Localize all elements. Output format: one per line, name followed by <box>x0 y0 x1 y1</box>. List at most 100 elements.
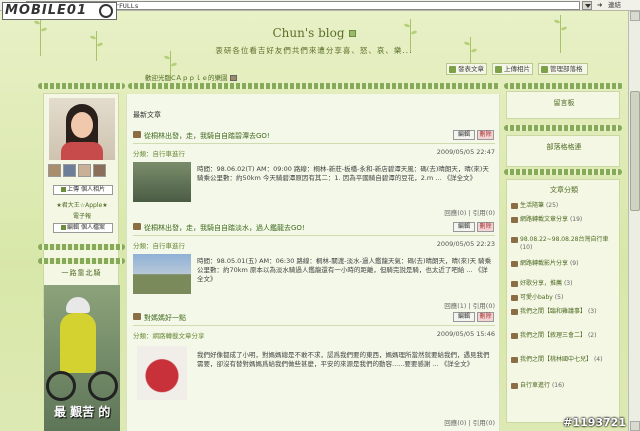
category-item[interactable]: 可愛小baby (5) <box>511 294 619 302</box>
post-footer[interactable]: 回應(0) | 引用(0) <box>444 207 495 217</box>
post-title[interactable]: 對媽媽好一點 <box>133 313 186 323</box>
category-label: 我們之間【桃林國中七兒】 <box>520 356 593 363</box>
category-item[interactable]: 好歌分享，推薦 (3) <box>511 280 619 288</box>
post-thumbnail[interactable] <box>137 346 187 400</box>
category-item[interactable]: 網路轉載文章分享 (19) <box>511 216 619 224</box>
delete-post-button[interactable]: 刪除 <box>477 312 494 322</box>
category-item[interactable]: 生活隨筆 (25) <box>511 202 619 210</box>
folder-icon <box>511 261 518 267</box>
welcome-text: 歡迎光臨CＡｐｐｌｅ的樂園 <box>145 72 237 82</box>
folder-icon <box>511 281 518 287</box>
delete-post-button[interactable]: 刪除 <box>477 222 494 232</box>
blog-list-title[interactable]: 部落格格連 <box>507 142 621 152</box>
edit-post-button[interactable]: 編輯 <box>453 222 475 232</box>
main-content: 最新文章 從桐林出發，走，我騎自自踏碧潭去GO! 編輯 刪除 分類：自行車進行 … <box>126 94 500 431</box>
gear-icon <box>541 66 548 73</box>
post-thumbnail[interactable] <box>133 162 191 202</box>
post-title-text: 從桐林出發，走，我騎自自踏淡水，過人鑑龍去GO! <box>144 224 305 232</box>
categories-title: 文章分類 <box>550 186 578 194</box>
post-date: 2009/05/05 22:47 <box>436 148 495 156</box>
post-title[interactable]: 從桐林出發，走，我騎自自踏碧潭去GO! <box>133 131 270 141</box>
logo-mark-icon <box>99 4 113 18</box>
scroll-up-icon[interactable] <box>630 11 640 21</box>
blog-page: Chun's blog 衷研各位看吉好友們共們來遭分享喜、怒、哀、樂... 發表… <box>0 11 628 431</box>
edit-title-icon[interactable] <box>348 30 356 37</box>
cyclist-image[interactable]: 最 艱苦 的 <box>44 285 120 431</box>
post-category[interactable]: 分類：網路轉載文章分享 <box>133 330 205 340</box>
category-item[interactable]: 自行車進行 (16) <box>511 382 619 390</box>
blog-title-text[interactable]: Chun's blog <box>272 26 344 40</box>
friend-thumb[interactable] <box>78 164 91 177</box>
category-count: (16) <box>551 382 565 389</box>
watermark: #1193721 <box>563 416 626 429</box>
category-count: (25) <box>545 202 559 209</box>
category-label: 可愛小baby <box>520 294 553 301</box>
post-article-label: 發表文章 <box>458 65 484 73</box>
scroll-thumb[interactable] <box>630 91 640 211</box>
image-caption: 最 艱苦 的 <box>54 405 111 419</box>
links-label[interactable]: 連結 <box>608 1 621 10</box>
scroll-down-icon[interactable] <box>630 421 640 431</box>
edit-welcome-icon[interactable] <box>229 75 237 81</box>
category-label: 我們之間【敘理三會二】 <box>520 332 587 339</box>
address-dropdown-icon[interactable] <box>582 1 592 10</box>
profile-name-link[interactable]: ★君大王☆Apple★ <box>44 200 120 209</box>
welcome-label: 歡迎光臨CＡｐｐｌｅ的樂園 <box>145 74 228 82</box>
friend-thumb[interactable] <box>93 164 106 177</box>
vertical-scrollbar[interactable] <box>628 11 640 431</box>
go-button[interactable]: ➜ <box>597 1 602 10</box>
post-thumbnail[interactable] <box>133 254 191 294</box>
category-count: (9) <box>569 260 579 267</box>
manage-blog-button[interactable]: 管理部落格 <box>538 63 588 75</box>
profile-photo[interactable] <box>49 98 115 160</box>
mobile01-logo: MOBILE01 <box>2 2 117 20</box>
category-item[interactable]: 我們之間【敘理三會二】 (2) <box>511 332 619 340</box>
post-footer[interactable]: 回應(0) | 引用(0) <box>444 417 495 427</box>
post-title-text: 對媽媽好一點 <box>144 314 186 322</box>
post-date: 2009/05/05 15:46 <box>436 330 495 338</box>
image-wheel <box>46 371 76 401</box>
category-count: (5) <box>554 294 564 301</box>
category-count: (10) <box>520 244 533 251</box>
category-count: (2) <box>587 332 597 339</box>
post-3: 對媽媽好一點 編輯 刪除 分類：網路轉載文章分享 2009/05/05 15:4… <box>133 312 495 429</box>
friend-thumb[interactable] <box>63 164 76 177</box>
edit-post-button[interactable]: 編輯 <box>453 130 475 140</box>
friend-thumb[interactable] <box>48 164 61 177</box>
category-item[interactable]: 網路轉載影片分享 (9) <box>511 260 619 268</box>
photo-face <box>71 112 93 138</box>
upload-profile-photo-button[interactable]: 上傳 個人相片 <box>53 185 113 195</box>
post-icon <box>133 313 141 320</box>
guestbook-box: 留言板 <box>506 91 620 119</box>
category-item[interactable]: 我們之間【桃林國中七兒】 (4) <box>511 356 619 364</box>
post-excerpt: 時間：98.05.01(五) AM：06:30 路線：桐林-關渡-淡水-過人鑑龍… <box>197 257 492 283</box>
post-title[interactable]: 從桐林出發，走，我騎自自踏淡水，過人鑑龍去GO! <box>133 223 305 233</box>
logo-text: MOBILE01 <box>5 3 87 18</box>
guestbook-title[interactable]: 留言板 <box>507 98 621 108</box>
pencil-icon <box>449 66 456 73</box>
left-column: 上傳 個人相片 ★君大王☆Apple★ 電子報 編輯 個人檔案 一路靠北騎 最 … <box>38 83 125 431</box>
folder-icon <box>511 333 518 339</box>
upload-photo-button[interactable]: 上傳相片 <box>492 63 533 75</box>
category-label: 網路轉載影片分享 <box>520 260 569 267</box>
post-article-button[interactable]: 發表文章 <box>446 63 487 75</box>
right-column: 留言板 部落格格連 文章分類 生活隨筆 (25) 網路轉載文章分享 (19) 9… <box>502 83 625 431</box>
post-category[interactable]: 分類：自行車進行 <box>133 148 185 158</box>
post-category[interactable]: 分類：自行車進行 <box>133 240 185 250</box>
edit-icon <box>61 225 67 230</box>
newsletter-link[interactable]: 電子報 <box>44 211 120 220</box>
category-item[interactable]: 我們之間【臨和雞議事】 (3) <box>511 308 619 316</box>
category-label: 我們之間【臨和雞議事】 <box>520 308 587 315</box>
bike-box: 一路靠北騎 最 艱苦 的 <box>38 258 125 431</box>
vine-divider <box>504 169 622 175</box>
category-item[interactable]: 98.08.22~98.08.28台灣自行車 (10) <box>511 236 619 252</box>
post-divider <box>133 143 495 144</box>
edit-post-button[interactable]: 編輯 <box>453 312 475 322</box>
category-count: (3) <box>587 308 597 315</box>
edit-profile-button[interactable]: 編輯 個人檔案 <box>53 223 113 233</box>
friend-thumbnails <box>48 164 116 177</box>
categories-box: 文章分類 生活隨筆 (25) 網路轉載文章分享 (19) 98.08.22~98… <box>506 179 620 423</box>
delete-post-button[interactable]: 刪除 <box>477 130 494 140</box>
post-footer[interactable]: 回應(1) | 引用(0) <box>444 300 495 310</box>
folder-icon <box>511 237 518 243</box>
